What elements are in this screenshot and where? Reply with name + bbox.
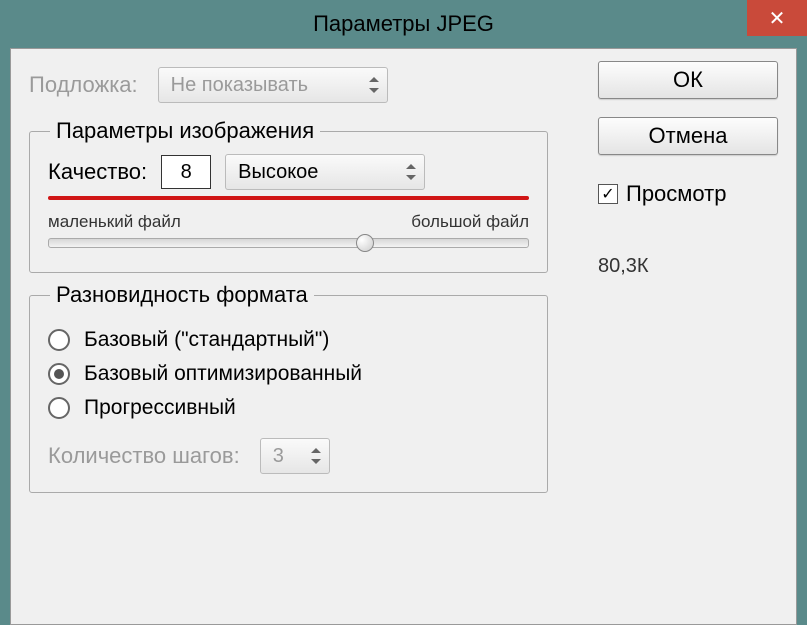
updown-icon <box>406 164 416 180</box>
radio-progressive[interactable] <box>48 397 70 419</box>
preview-checkbox[interactable]: ✓ <box>598 184 618 204</box>
file-size: 80,3К <box>598 255 778 278</box>
close-button[interactable]: ✕ <box>747 0 807 36</box>
updown-icon <box>311 448 321 464</box>
dialog-title: Параметры JPEG <box>313 11 494 37</box>
slider-max-label: большой файл <box>411 212 529 232</box>
scans-label: Количество шагов: <box>48 443 240 469</box>
right-column: ОК Отмена ✓ Просмотр 80,3К <box>598 61 778 278</box>
radio-label: Базовый оптимизированный <box>84 362 362 386</box>
format-option-baseline-standard[interactable]: Базовый ("стандартный") <box>48 328 529 352</box>
close-icon: ✕ <box>769 6 786 31</box>
jpeg-options-dialog: Параметры JPEG ✕ Подложка: Не показывать… <box>0 0 807 625</box>
format-legend: Разновидность формата <box>50 282 314 308</box>
radio-label: Базовый ("стандартный") <box>84 328 329 352</box>
radio-baseline-optimized[interactable] <box>48 363 70 385</box>
slider-min-label: маленький файл <box>48 212 181 232</box>
slider-labels: маленький файл большой файл <box>48 212 529 232</box>
radio-baseline-standard[interactable] <box>48 329 70 351</box>
highlight-underline <box>48 196 529 200</box>
quality-label: Качество: <box>48 159 147 185</box>
quality-row: Качество: Высокое <box>48 154 529 190</box>
updown-icon <box>369 77 379 93</box>
matte-label: Подложка: <box>29 72 138 98</box>
cancel-button[interactable]: Отмена <box>598 117 778 155</box>
format-options-group: Разновидность формата Базовый ("стандарт… <box>29 295 548 493</box>
ok-button[interactable]: ОК <box>598 61 778 99</box>
format-option-progressive[interactable]: Прогрессивный <box>48 396 529 420</box>
matte-value: Не показывать <box>171 74 308 97</box>
preview-row: ✓ Просмотр <box>598 181 778 207</box>
image-options-legend: Параметры изображения <box>50 118 320 144</box>
quality-preset-dropdown[interactable]: Высокое <box>225 154 425 190</box>
scans-dropdown: 3 <box>260 438 330 474</box>
matte-dropdown: Не показывать <box>158 67 388 103</box>
titlebar: Параметры JPEG ✕ <box>0 0 807 48</box>
quality-preset-value: Высокое <box>238 161 318 184</box>
quality-input[interactable] <box>161 155 211 189</box>
quality-slider[interactable] <box>48 238 529 248</box>
scans-value: 3 <box>273 445 284 468</box>
radio-label: Прогрессивный <box>84 396 236 420</box>
scans-row: Количество шагов: 3 <box>48 438 529 474</box>
format-option-baseline-optimized[interactable]: Базовый оптимизированный <box>48 362 529 386</box>
dialog-body: Подложка: Не показывать ОК Отмена ✓ Прос… <box>10 48 797 625</box>
image-options-group: Параметры изображения Качество: Высокое … <box>29 131 548 273</box>
preview-label: Просмотр <box>626 181 726 207</box>
slider-thumb[interactable] <box>356 234 374 252</box>
